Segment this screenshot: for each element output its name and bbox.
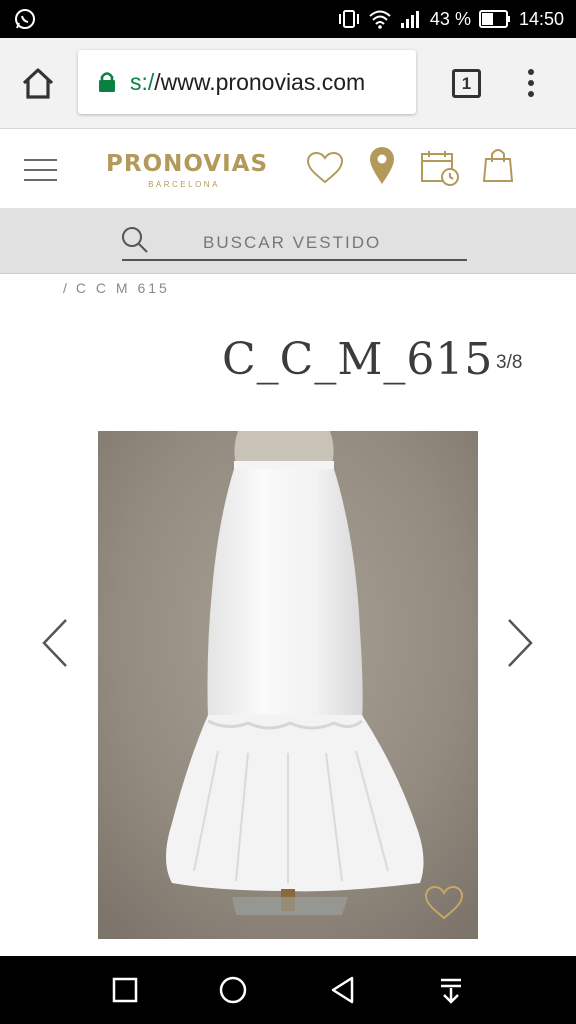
home-button[interactable] <box>20 66 56 102</box>
previous-image-arrow-icon[interactable] <box>40 616 70 670</box>
signal-icon <box>400 11 419 28</box>
status-bar: 43 % 14:50 <box>0 0 576 38</box>
pronovias-logo[interactable]: PRONOVIAS BARCELONA <box>106 151 269 190</box>
notification-pull-down-icon[interactable] <box>435 974 467 1006</box>
url-host: /www.pronovias.com <box>154 68 366 95</box>
breadcrumb-separator: / <box>63 280 70 296</box>
home-icon <box>22 68 54 99</box>
tab-count: 1 <box>461 73 472 93</box>
logo-sub-text: BARCELONA <box>148 180 220 189</box>
image-counter: 3/8 <box>496 352 523 373</box>
shopping-bag-icon[interactable] <box>483 147 513 183</box>
browser-menu-button[interactable] <box>522 66 540 100</box>
breadcrumb: / C C M 615 <box>63 280 170 296</box>
menu-dot <box>528 69 534 75</box>
address-bar[interactable]: s://www.pronovias.com <box>78 50 416 114</box>
search-dress-input[interactable] <box>122 226 467 261</box>
breadcrumb-current: C C M 615 <box>75 280 170 296</box>
vibrate-icon <box>338 10 359 28</box>
appointment-calendar-icon[interactable] <box>420 149 460 187</box>
logo-main-text: PRONOVIAS <box>106 151 269 177</box>
next-image-arrow-icon[interactable] <box>505 616 535 670</box>
battery-icon <box>478 10 510 28</box>
site-header: PRONOVIAS BARCELONA <box>0 129 576 208</box>
product-title: C_C_M_615 <box>222 334 494 385</box>
menu-dot <box>528 80 534 86</box>
add-to-favorites-heart-icon[interactable] <box>424 885 464 921</box>
lock-icon <box>99 72 115 92</box>
home-circle-icon[interactable] <box>217 974 249 1006</box>
hamburger-menu-icon[interactable] <box>24 159 57 181</box>
menu-dot <box>528 91 534 97</box>
location-pin-icon[interactable] <box>369 147 395 185</box>
petticoat-photo <box>98 431 478 939</box>
android-navigation-bar <box>0 956 576 1024</box>
back-triangle-icon[interactable] <box>327 974 359 1006</box>
heart-icon[interactable] <box>306 151 344 185</box>
browser-toolbar: s://www.pronovias.com 1 <box>0 38 576 129</box>
url-scheme: s:/ <box>130 68 155 95</box>
tab-switcher-button[interactable]: 1 <box>452 69 481 98</box>
wifi-icon <box>369 10 391 29</box>
clock: 14:50 <box>518 8 564 29</box>
search-bar <box>0 208 576 274</box>
product-image[interactable] <box>98 431 478 939</box>
battery-percent: 43 % <box>429 8 471 29</box>
whatsapp-icon <box>14 8 36 35</box>
url-text: s://www.pronovias.com <box>130 69 365 96</box>
recent-apps-square-icon[interactable] <box>109 974 141 1006</box>
